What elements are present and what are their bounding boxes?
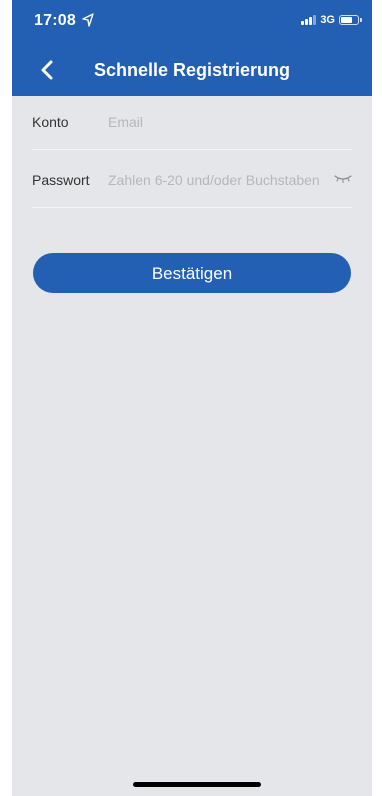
network-type: 3G: [320, 14, 335, 26]
page-title: Schnelle Registrierung: [93, 60, 291, 80]
password-label: Passwort: [32, 172, 90, 188]
navigation-bar: Schnelle Registrierung: [12, 46, 372, 94]
location-arrow-icon: [82, 13, 94, 27]
battery-icon: [339, 15, 359, 25]
battery-tip: [360, 18, 362, 22]
account-label: Konto: [32, 114, 69, 130]
status-indicators: 3G: [301, 13, 362, 27]
app-screen: 17:08 3G Schnelle Registrierung Konto Em…: [12, 0, 372, 796]
eye-closed-icon[interactable]: [334, 174, 352, 184]
status-bar: 17:08 3G: [12, 0, 372, 40]
signal-bars-icon: [301, 15, 317, 25]
password-field[interactable]: [108, 166, 340, 194]
app-header: 17:08 3G Schnelle Registrierung: [12, 0, 372, 96]
confirm-button[interactable]: Bestätigen: [33, 253, 351, 293]
home-indicator: [133, 782, 261, 787]
password-row: Passwort: [32, 152, 352, 208]
account-row: Konto: [32, 94, 352, 150]
email-field[interactable]: [108, 108, 340, 136]
status-time: 17:08: [34, 12, 76, 29]
